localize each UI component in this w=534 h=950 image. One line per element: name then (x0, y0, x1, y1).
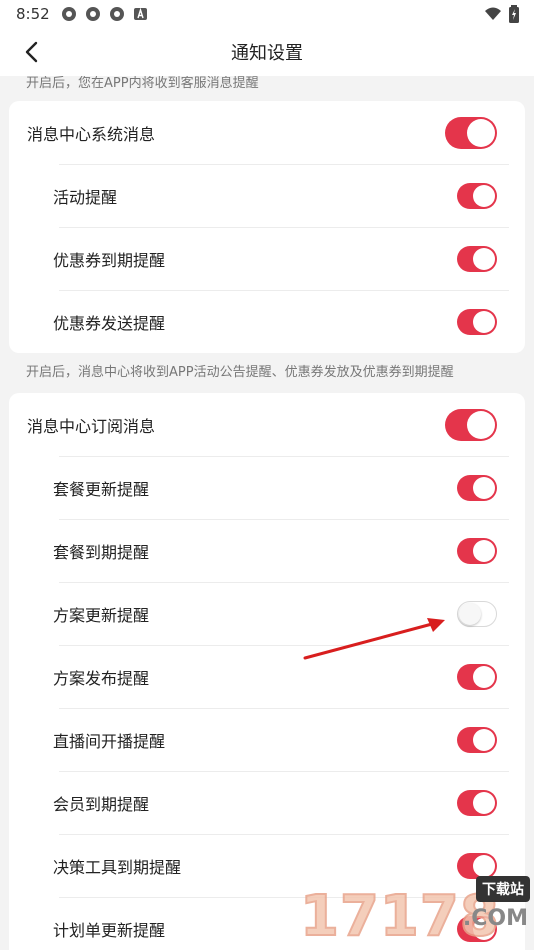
page-title: 通知设置 (231, 43, 303, 64)
toggle-knob (473, 310, 495, 333)
toggle-knob (473, 476, 495, 499)
status-time: 8:52 (16, 5, 50, 23)
setting-row-package-update: 套餐更新提醒 (9, 456, 525, 519)
setting-row-system-main: 消息中心系统消息 (9, 101, 525, 164)
setting-label: 方案更新提醒 (53, 605, 150, 625)
toggle-knob (467, 410, 495, 439)
setting-label: 直播间开播提醒 (53, 731, 166, 751)
site-watermark: 17178 下载站 .COM (299, 876, 530, 950)
font-a-icon (133, 7, 147, 20)
setting-label: 会员到期提醒 (53, 794, 150, 814)
toggle-tool-expire[interactable] (457, 852, 497, 879)
toggle-coupon-expire[interactable] (457, 245, 497, 272)
setting-row-package-expire: 套餐到期提醒 (9, 519, 525, 582)
setting-row-member-expire: 会员到期提醒 (9, 771, 525, 834)
toggle-knob (473, 665, 495, 688)
subscribe-message-card: 消息中心订阅消息 套餐更新提醒 套餐到期提醒 方案更新提醒 方案发布提醒 直播间… (9, 393, 525, 950)
setting-label: 方案发布提醒 (53, 668, 150, 688)
setting-row-coupon-send: 优惠券发送提醒 (9, 290, 525, 353)
toggle-activity[interactable] (457, 182, 497, 209)
setting-label: 计划单更新提醒 (53, 920, 166, 940)
toggle-package-update[interactable] (457, 474, 497, 501)
back-button[interactable] (18, 38, 46, 66)
watermark-suffix: .COM (462, 906, 528, 931)
toggle-subscribe-main[interactable] (445, 408, 497, 441)
toggle-coupon-send[interactable] (457, 308, 497, 335)
hint-service: 开启后，您在APP内将收到客服消息提醒 (26, 76, 259, 91)
setting-label: 消息中心订阅消息 (27, 416, 156, 436)
toggle-knob (473, 791, 495, 814)
setting-row-activity: 活动提醒 (9, 164, 525, 227)
toggle-knob (473, 728, 495, 751)
setting-label: 消息中心系统消息 (27, 124, 156, 144)
setting-label: 优惠券到期提醒 (53, 250, 166, 270)
top-bar: 通知设置 (0, 28, 534, 76)
annotation-arrow-icon (303, 618, 445, 660)
toggle-plan-publish[interactable] (457, 663, 497, 690)
setting-label: 套餐更新提醒 (53, 479, 150, 499)
status-bar: 8:52 (0, 0, 534, 28)
setting-row-live-start: 直播间开播提醒 (9, 708, 525, 771)
app-notification-icon (85, 7, 100, 21)
toggle-knob (473, 539, 495, 562)
toggle-knob (473, 854, 495, 877)
wifi-icon (485, 7, 501, 20)
toggle-member-expire[interactable] (457, 789, 497, 816)
app-notification-icon (109, 7, 124, 21)
battery-icon (509, 5, 519, 23)
setting-label: 决策工具到期提醒 (53, 857, 182, 877)
toggle-system-main[interactable] (445, 116, 497, 149)
toggle-package-expire[interactable] (457, 537, 497, 564)
setting-label: 优惠券发送提醒 (53, 313, 166, 333)
setting-row-coupon-expire: 优惠券到期提醒 (9, 227, 525, 290)
app-notification-icon (61, 7, 76, 21)
setting-label: 套餐到期提醒 (53, 542, 150, 562)
toggle-knob (473, 184, 495, 207)
toggle-knob (473, 247, 495, 270)
toggle-knob (467, 118, 495, 147)
toggle-plan-update[interactable] (457, 600, 497, 627)
chevron-left-icon (25, 41, 38, 63)
toggle-live-start[interactable] (457, 726, 497, 753)
watermark-badge: 下载站 (476, 876, 530, 902)
setting-label: 活动提醒 (53, 187, 118, 207)
system-message-card: 消息中心系统消息 活动提醒 优惠券到期提醒 优惠券发送提醒 (9, 101, 525, 353)
toggle-knob (459, 602, 481, 625)
setting-row-subscribe-main: 消息中心订阅消息 (9, 393, 525, 456)
hint-system: 开启后，消息中心将收到APP活动公告提醒、优惠券发放及优惠券到期提醒 (26, 365, 454, 380)
